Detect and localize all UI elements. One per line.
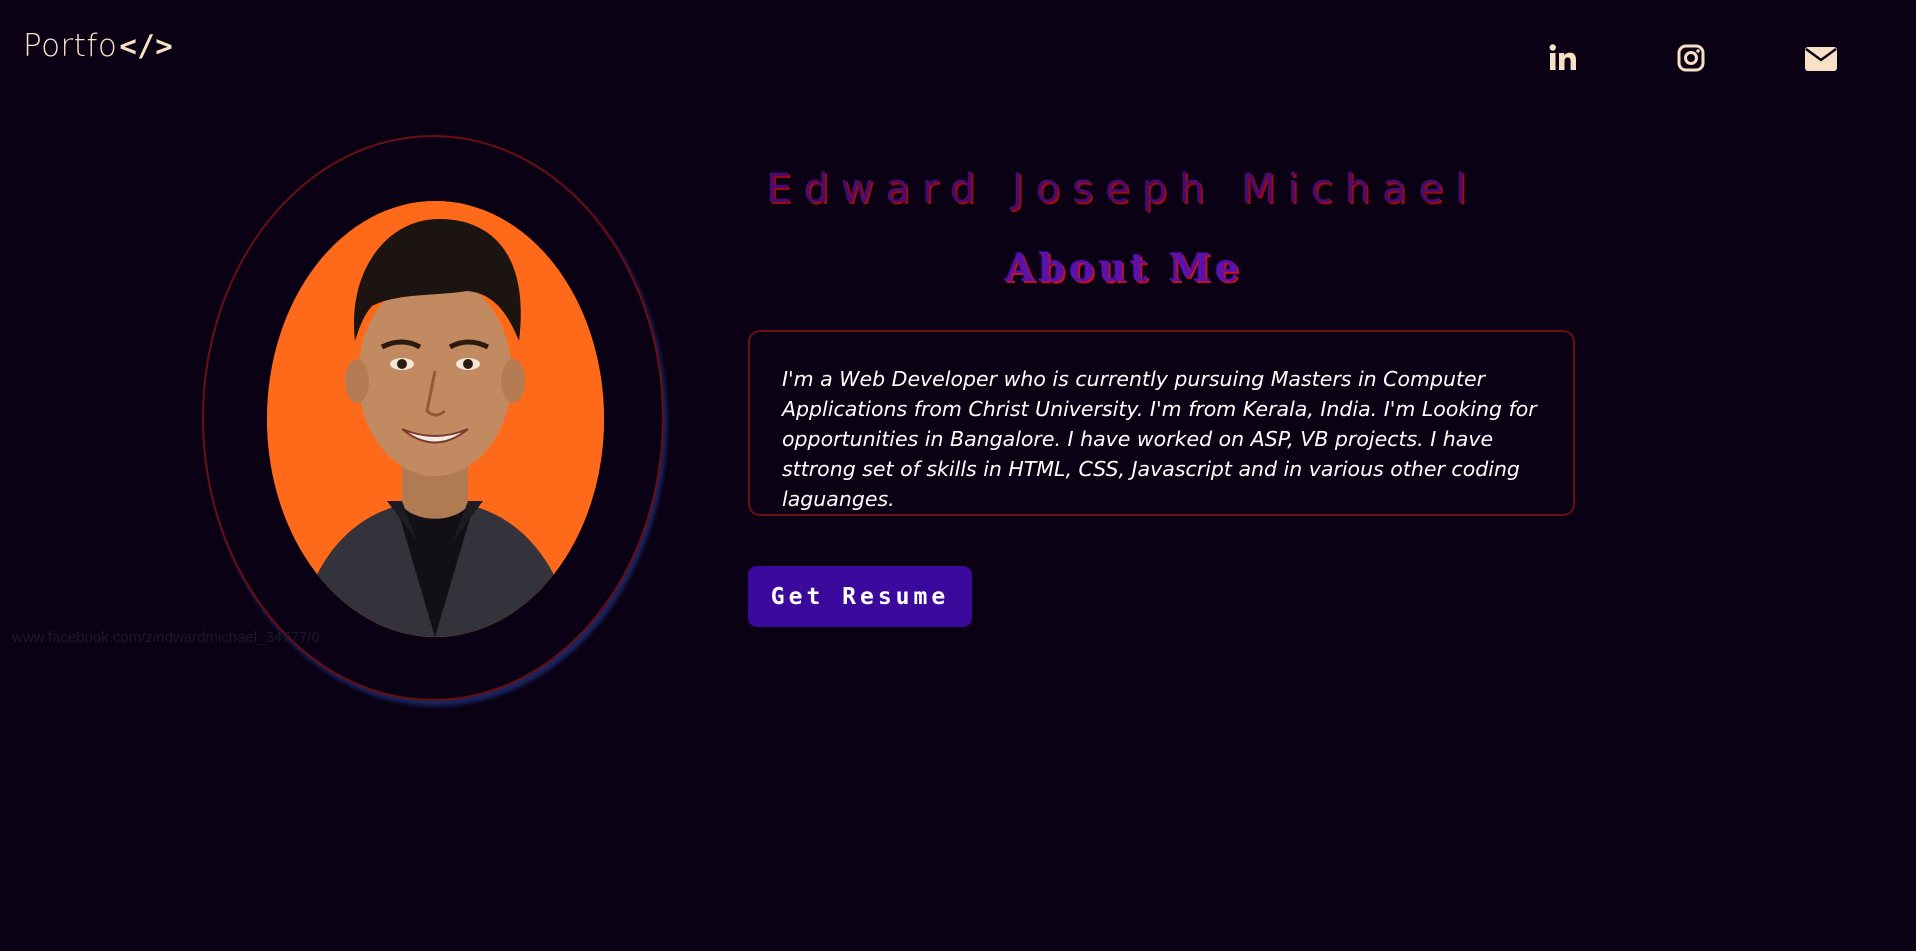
portfolio-page: Portfo</> www.facebook.com/zindwardmicha… xyxy=(0,0,1916,951)
logo-code-symbol: </> xyxy=(119,29,174,63)
get-resume-button[interactable]: Get Resume xyxy=(748,566,972,627)
instagram-link[interactable] xyxy=(1675,42,1707,74)
logo-text: Portfo xyxy=(23,28,118,64)
photo-alt-text: www.facebook.com/zindwardmichael_34777/0 xyxy=(12,629,320,646)
envelope-icon xyxy=(1804,44,1838,72)
section-title-about: About Me xyxy=(1005,245,1244,290)
instagram-icon xyxy=(1676,43,1706,73)
linkedin-link[interactable] xyxy=(1547,42,1579,74)
email-link[interactable] xyxy=(1803,42,1839,74)
bio-text: I'm a Web Developer who is currently pur… xyxy=(782,367,1537,511)
profile-name: Edward Joseph Michael xyxy=(766,166,1479,212)
linkedin-icon xyxy=(1548,43,1578,73)
bio-card: I'm a Web Developer who is currently pur… xyxy=(748,330,1575,516)
site-logo[interactable]: Portfo</> xyxy=(23,28,173,64)
profile-photo xyxy=(267,201,604,637)
